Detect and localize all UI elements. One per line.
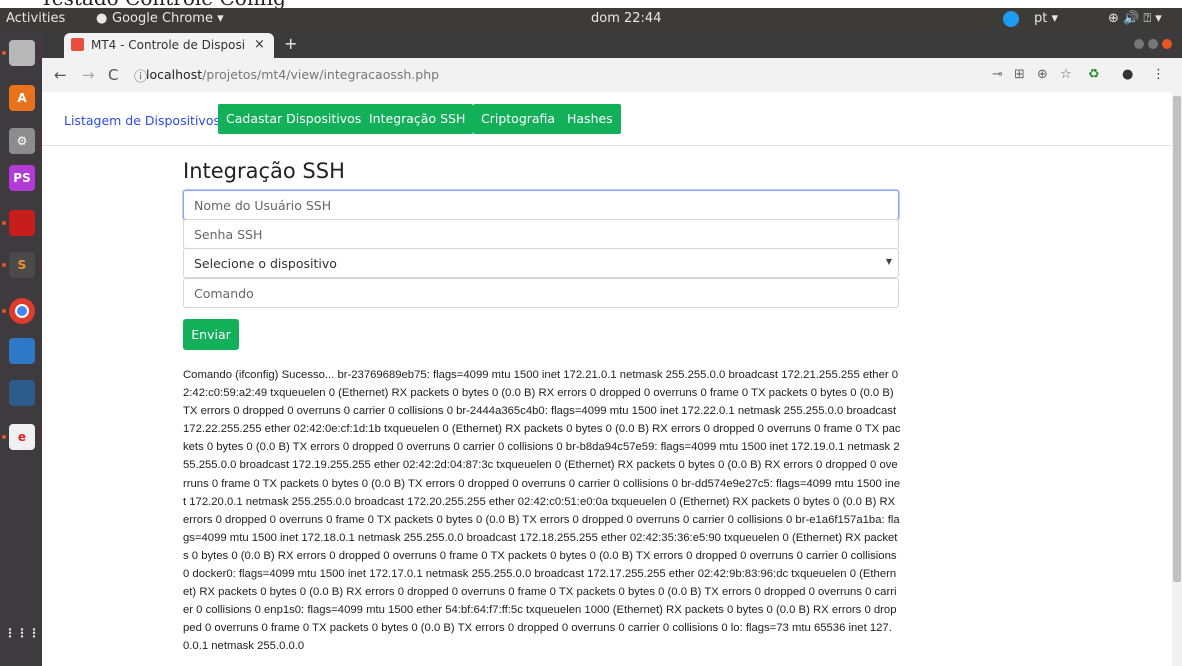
chrome-app-icon: ●: [96, 11, 108, 26]
ssh-password-input[interactable]: Senha SSH: [183, 219, 899, 249]
tab-active[interactable]: MT4 - Controle de Disposi ×: [64, 33, 274, 58]
terminal-icon[interactable]: [9, 210, 35, 236]
tab-close-icon[interactable]: ×: [254, 37, 265, 52]
clock[interactable]: dom 22:44: [591, 11, 661, 26]
minimize-icon[interactable]: [1134, 39, 1144, 49]
activities-button[interactable]: Activities: [6, 11, 65, 26]
system-menu[interactable]: ⊕ 🔊 ⍰ ▾: [1108, 11, 1162, 26]
launcher-dock: A ⚙ PS S e ⋮⋮⋮: [0, 30, 42, 666]
running-indicator: [2, 309, 6, 313]
ssh-user-placeholder: Nome do Usuário SSH: [194, 198, 332, 213]
tab-title: MT4 - Controle de Disposi: [91, 38, 246, 52]
forward-icon[interactable]: →: [82, 66, 95, 84]
scrollbar-thumb[interactable]: [1173, 96, 1181, 582]
nav-link-listagem[interactable]: Listagem de Dispositivos: [64, 113, 220, 128]
software-center-icon[interactable]: A: [9, 85, 35, 111]
running-indicator: [2, 435, 6, 439]
address-bar[interactable]: localhost/projetos/mt4/view/integracaoss…: [146, 67, 439, 82]
zoom-icon[interactable]: ⊕: [1037, 67, 1048, 82]
editor-icon[interactable]: e: [9, 424, 35, 450]
nav-button-ssh[interactable]: Integração SSH: [361, 104, 474, 134]
system-topbar: Activities ● Google Chrome ▾ dom 22:44 p…: [0, 8, 1182, 30]
files-icon[interactable]: [9, 40, 35, 66]
omnibox-bar: ← → C ⓘ localhost/projetos/mt4/view/inte…: [42, 58, 1182, 93]
scrollbar[interactable]: [1172, 92, 1182, 666]
language-menu[interactable]: pt ▾: [1034, 11, 1058, 26]
clipped-page-text: Testado Controle Config: [0, 0, 1182, 8]
url-path: /projetos/mt4/view/integracaossh.php: [202, 67, 440, 82]
apps-grid-icon[interactable]: ⋮⋮⋮: [4, 620, 40, 646]
running-indicator: [2, 221, 6, 225]
command-placeholder: Comando: [194, 286, 254, 301]
running-indicator: [2, 51, 6, 55]
close-window-icon[interactable]: [1162, 39, 1172, 49]
nav-button-cadastrar[interactable]: Cadastar Dispositivos: [218, 104, 370, 134]
app-menu[interactable]: Google Chrome ▾: [112, 11, 224, 26]
key-icon[interactable]: ⊸: [992, 67, 1003, 82]
ssh-user-input[interactable]: Nome do Usuário SSH: [183, 190, 899, 220]
page-viewport: Listagem de Dispositivos Cadastar Dispos…: [42, 92, 1172, 666]
document-icon[interactable]: [9, 338, 35, 364]
running-indicator: [2, 263, 6, 267]
teamviewer-icon[interactable]: [1003, 11, 1019, 27]
command-output: Comando (ifconfig) Sucesso... br-2376968…: [183, 369, 901, 653]
back-icon[interactable]: ←: [54, 66, 67, 84]
page-navbar: Listagem de Dispositivos Cadastar Dispos…: [42, 92, 1172, 146]
submit-button[interactable]: Enviar: [183, 319, 239, 350]
chrome-window: MT4 - Controle de Disposi × + ← → C ⓘ lo…: [42, 30, 1182, 666]
translate-icon[interactable]: ⊞: [1014, 67, 1025, 82]
new-tab-icon[interactable]: +: [284, 34, 297, 53]
favicon-icon: [71, 38, 84, 51]
menu-icon[interactable]: ⋮: [1152, 67, 1165, 82]
nav-button-hashes[interactable]: Hashes: [559, 104, 621, 134]
reload-icon[interactable]: C: [108, 66, 118, 84]
profile-icon[interactable]: ●: [1122, 67, 1133, 82]
url-host: localhost: [146, 67, 203, 82]
extension-icon[interactable]: ♻: [1088, 67, 1100, 82]
mysql-icon[interactable]: [9, 380, 35, 406]
sublime-icon[interactable]: S: [9, 252, 35, 278]
device-select[interactable]: Selecione o dispositivo ▼: [183, 248, 899, 278]
tab-strip: MT4 - Controle de Disposi × +: [42, 30, 1182, 58]
bookmark-star-icon[interactable]: ☆: [1060, 67, 1072, 82]
nav-button-criptografia[interactable]: Criptografia: [473, 104, 564, 134]
device-select-value: Selecione o dispositivo: [194, 256, 337, 271]
settings-icon[interactable]: ⚙: [9, 128, 35, 154]
chevron-down-icon: ▼: [885, 257, 892, 266]
phpstorm-icon[interactable]: PS: [9, 165, 35, 191]
maximize-icon[interactable]: [1148, 39, 1158, 49]
ssh-password-placeholder: Senha SSH: [194, 227, 263, 242]
page-title: Integração SSH: [183, 159, 345, 183]
chrome-icon[interactable]: [9, 298, 35, 324]
command-input[interactable]: Comando: [183, 278, 899, 308]
